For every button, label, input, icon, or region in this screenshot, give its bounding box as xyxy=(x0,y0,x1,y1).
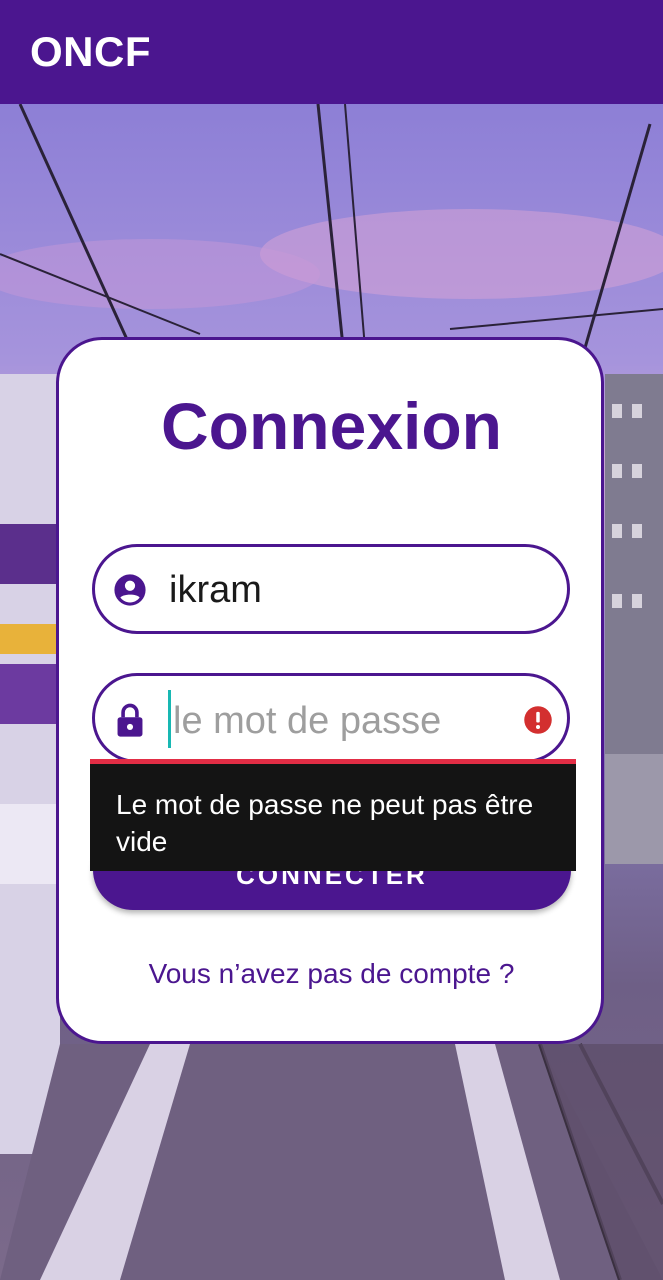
text-cursor xyxy=(168,690,171,748)
username-field[interactable]: ikram xyxy=(92,544,570,634)
error-icon xyxy=(523,705,553,735)
error-tooltip: Le mot de passe ne peut pas être vide xyxy=(90,764,576,871)
lock-icon xyxy=(113,702,147,737)
password-placeholder: le mot de passe xyxy=(173,700,442,742)
account-circle-icon xyxy=(113,573,147,607)
app-bar: ONCF xyxy=(0,0,663,104)
signup-link[interactable]: Vous n’avez pas de compte ? xyxy=(0,958,663,990)
login-title: Connexion xyxy=(161,389,502,463)
app-title: ONCF xyxy=(30,28,151,75)
username-value: ikram xyxy=(169,569,262,611)
password-field[interactable]: le mot de passe xyxy=(92,673,570,763)
